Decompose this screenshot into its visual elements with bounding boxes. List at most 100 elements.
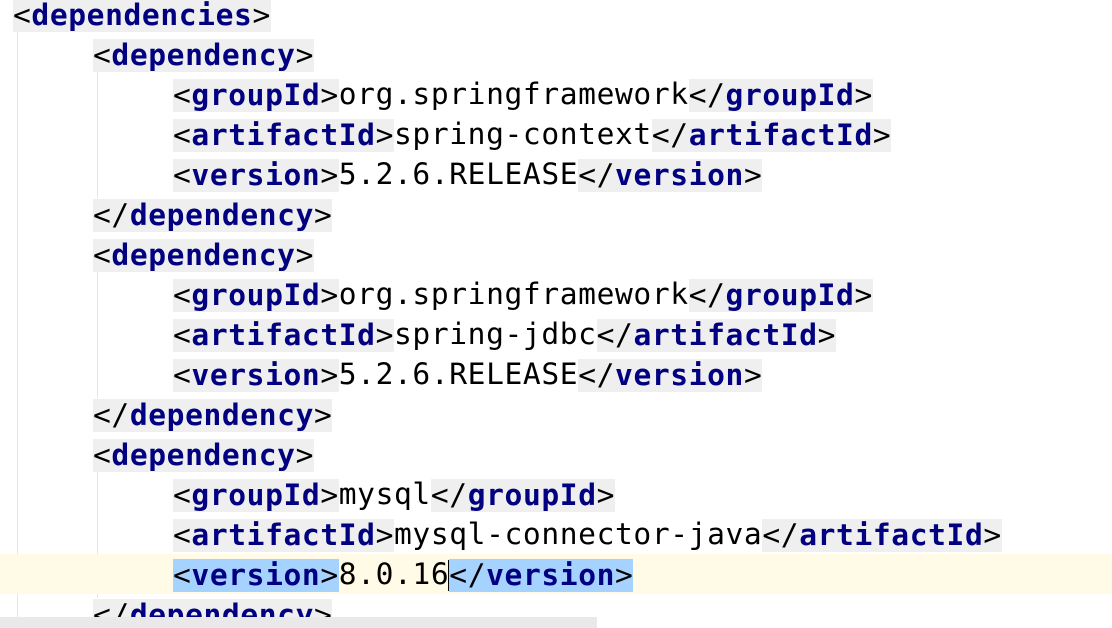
tag-name: version	[191, 558, 321, 592]
code-line-content: <artifactId>spring-jdbc</artifactId>	[173, 314, 837, 354]
tag-name: dependency	[129, 198, 315, 232]
code-line[interactable]: <version>5.2.6.RELEASE</version>	[0, 154, 1112, 194]
close-tag: </version>	[449, 558, 634, 592]
open-tag: <artifactId>	[173, 518, 395, 552]
tag-bracket: >	[314, 198, 333, 232]
code-line[interactable]: <artifactId>spring-context</artifactId>	[0, 114, 1112, 154]
tag-name: artifactId	[688, 118, 873, 152]
open-tag: <dependency>	[93, 38, 315, 72]
tag-bracket: >	[375, 318, 395, 352]
tag-bracket: >	[320, 158, 339, 192]
element-value: org.springframework	[338, 277, 689, 311]
tag-bracket: >	[375, 518, 395, 552]
tag-bracket: >	[743, 358, 763, 392]
open-tag: <artifactId>	[173, 318, 395, 352]
code-line[interactable]: <groupId>mysql</groupId>	[0, 474, 1112, 514]
tag-bracket: </	[93, 398, 130, 432]
tag-bracket: >	[817, 318, 837, 352]
code-line[interactable]: <version>5.2.6.RELEASE</version>	[0, 354, 1112, 394]
tag-bracket: <	[173, 318, 192, 352]
tag-bracket: <	[173, 278, 192, 312]
tag-bracket: <	[13, 0, 32, 32]
code-line-content: </dependency>	[93, 394, 333, 434]
tag-bracket: </	[762, 518, 800, 552]
code-line-content: <version>5.2.6.RELEASE</version>	[173, 154, 763, 194]
horizontal-scrollbar[interactable]	[0, 617, 597, 628]
code-editor[interactable]: <dependencies> <dependency> <groupId>org.s…	[0, 0, 1112, 628]
tag-name: groupId	[725, 278, 855, 312]
tag-bracket: </	[688, 278, 726, 312]
tag-bracket: <	[173, 478, 192, 512]
close-tag: </groupId>	[688, 278, 873, 312]
element-value: 5.2.6.RELEASE	[338, 357, 579, 391]
close-tag: </version>	[578, 358, 763, 392]
tag-bracket: </	[596, 318, 634, 352]
code-line[interactable]: <version>8.0.16</version>	[0, 554, 1112, 594]
tag-bracket: <	[93, 238, 112, 272]
tag-name: version	[191, 358, 321, 392]
tag-bracket: >	[320, 78, 339, 112]
tag-name: groupId	[191, 78, 321, 112]
element-value: spring-context	[394, 117, 652, 151]
code-line[interactable]: <artifactId>spring-jdbc</artifactId>	[0, 314, 1112, 354]
tag-bracket: </	[578, 358, 616, 392]
code-line[interactable]: <dependency>	[0, 34, 1112, 74]
tag-bracket: >	[314, 398, 333, 432]
tag-bracket: >	[854, 278, 873, 312]
close-tag: </groupId>	[430, 478, 616, 512]
tag-bracket: >	[295, 438, 315, 472]
tag-name: dependency	[111, 38, 296, 72]
code-line[interactable]: <dependencies>	[0, 0, 1112, 34]
tag-name: dependency	[111, 438, 296, 472]
code-line-content: <dependency>	[93, 34, 315, 74]
tag-bracket: <	[173, 518, 192, 552]
code-line-content: <dependency>	[93, 234, 315, 274]
tag-bracket: <	[173, 558, 192, 592]
close-tag: </version>	[578, 158, 763, 192]
code-line[interactable]: < groupId> org.springframework</groupId>	[0, 274, 1112, 314]
code-line[interactable]: <groupId>org.springframework</groupId>	[0, 74, 1112, 114]
open-tag: <dependency>	[93, 438, 315, 472]
code-line[interactable]: </dependency>	[0, 194, 1112, 234]
code-line[interactable]: </dependency>	[0, 394, 1112, 434]
tag-bracket: >	[375, 118, 395, 152]
code-line-content: <artifactId>mysql-connector-java</artifa…	[173, 514, 1002, 554]
code-line-content: <version>8.0.16</version>	[173, 554, 634, 594]
tag-name: version	[615, 358, 744, 392]
tag-bracket: <	[173, 118, 192, 152]
tag-bracket: >	[743, 158, 763, 192]
tag-name: dependency	[111, 238, 296, 272]
code-line[interactable]: <dependency>	[0, 234, 1112, 274]
tag-bracket: </	[93, 198, 130, 232]
tag-bracket: </	[430, 478, 468, 512]
element-value: 5.2.6.RELEASE	[338, 157, 579, 191]
element-value: mysql	[338, 477, 431, 511]
code-line[interactable]: <artifactId>mysql-connector-java</artifa…	[0, 514, 1112, 554]
open-tag: <version>	[173, 359, 339, 392]
code-line-content: < groupId> org.springframework</groupId>	[173, 274, 873, 314]
close-tag: </artifactId>	[596, 318, 837, 352]
tag-name: version	[615, 158, 744, 192]
tag-name: artifactId	[633, 318, 818, 352]
tag-bracket: <	[93, 438, 112, 472]
tag-bracket: >	[854, 78, 873, 112]
tag-name: dependencies	[31, 0, 253, 32]
code-line[interactable]: <dependency>	[0, 434, 1112, 474]
tag-name: groupId	[191, 478, 321, 512]
tag-bracket: >	[983, 518, 1002, 552]
open-tag: <groupId>	[173, 79, 339, 112]
code-line-content: </dependency>	[93, 194, 333, 234]
tag-bracket: >	[252, 0, 271, 32]
code-line-content: <groupId>mysql</groupId>	[173, 474, 616, 514]
tag-bracket: <	[173, 358, 192, 392]
close-tag: </groupId>	[688, 78, 873, 112]
element-value: org.springframework	[338, 77, 689, 111]
open-tag: <version>	[173, 159, 339, 192]
code-line-content: <groupId>org.springframework</groupId>	[173, 74, 873, 114]
tag-name: artifactId	[191, 318, 376, 352]
tag-bracket: </	[651, 118, 689, 152]
tag-bracket: <	[173, 158, 192, 192]
tag-bracket: >	[295, 38, 315, 72]
open-tag: <groupId>	[173, 479, 339, 512]
tag-bracket: </	[449, 558, 487, 592]
